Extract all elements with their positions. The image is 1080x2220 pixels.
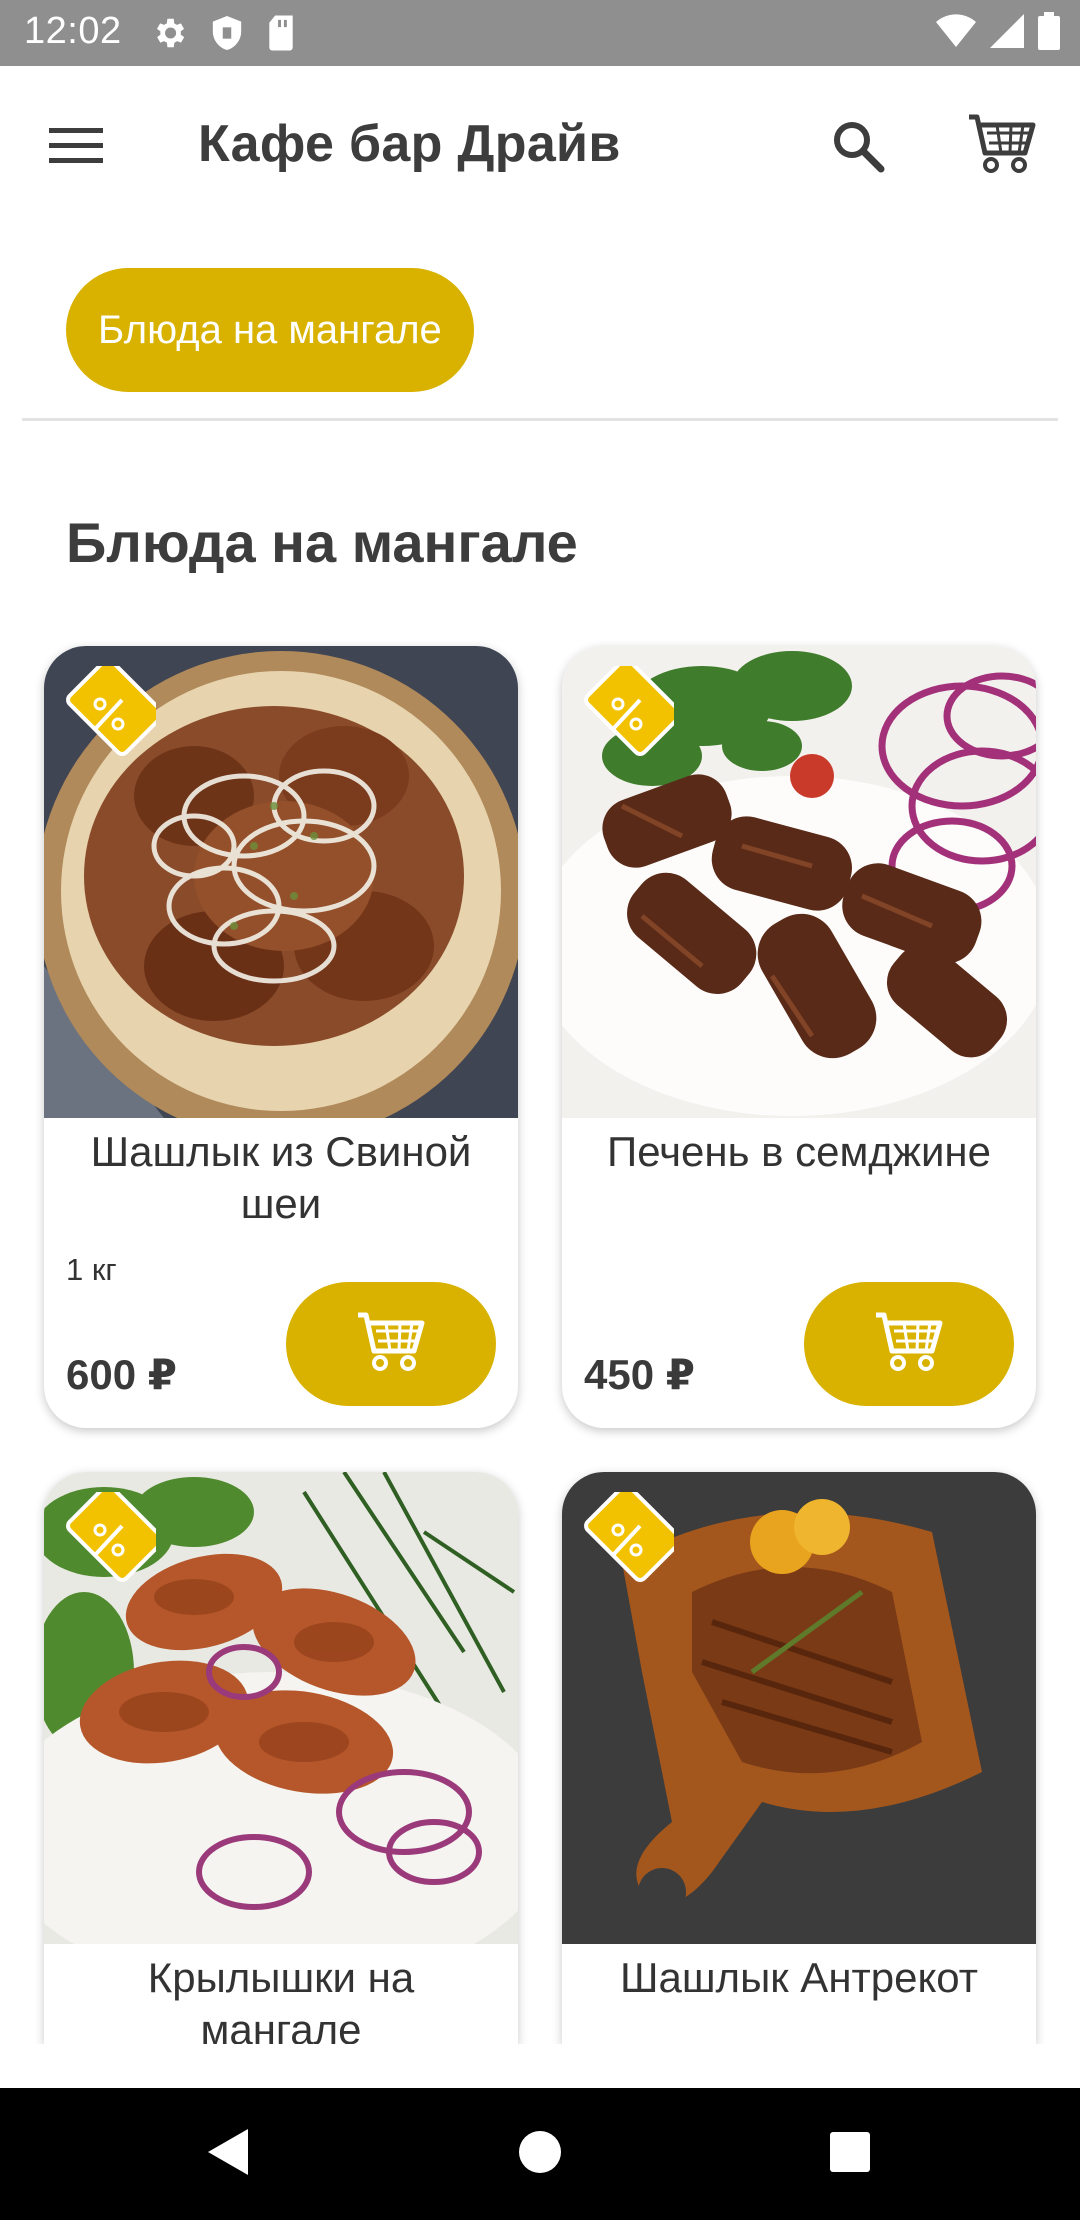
cart-button[interactable] [962, 106, 1042, 186]
gear-icon [150, 14, 188, 57]
app-title: Кафе бар Драйв [198, 115, 621, 173]
product-name: Печень в семджине [607, 1128, 991, 1175]
category-chip[interactable]: Блюда на мангале [66, 268, 474, 392]
wifi-icon [936, 14, 976, 53]
cart-icon [356, 1311, 426, 1378]
category-chip-label: Блюда на мангале [98, 307, 442, 352]
discount-tag-icon [66, 1492, 156, 1582]
app-bar: Кафе бар Драйв [0, 66, 1080, 224]
search-icon [831, 119, 885, 178]
product-card[interactable]: Печень в семджине 450 ₽ [562, 646, 1036, 1428]
add-to-cart-button[interactable] [804, 1282, 1014, 1406]
product-price: 450 ₽ [584, 1351, 695, 1398]
cart-icon [874, 1311, 944, 1378]
home-icon [518, 2130, 562, 2179]
signal-icon [990, 14, 1024, 53]
back-icon [204, 2127, 252, 2182]
back-button[interactable] [198, 2124, 258, 2184]
navigation-bar [0, 2088, 1080, 2220]
list-bottom-edge [0, 2044, 1080, 2088]
product-weight: 1 кг [66, 1252, 117, 1287]
status-bar: 12:02 [0, 0, 1080, 66]
sd-card-icon [266, 14, 296, 57]
battery-icon [1038, 12, 1060, 55]
divider [22, 418, 1058, 421]
recents-icon [829, 2131, 871, 2178]
discount-tag-icon [584, 1492, 674, 1582]
product-card[interactable]: Шашлык Антрекот [562, 1472, 1036, 2044]
product-card[interactable]: Шашлык из Свиной шеи 1 кг 600 ₽ [44, 646, 518, 1428]
product-name: Шашлык из Свиной шеи [90, 1128, 472, 1227]
home-button[interactable] [510, 2124, 570, 2184]
status-time: 12:02 [24, 10, 122, 52]
product-card[interactable]: Крылышки на мангале [44, 1472, 518, 2044]
shield-icon [210, 14, 244, 57]
add-to-cart-button[interactable] [286, 1282, 496, 1406]
recents-button[interactable] [820, 2124, 880, 2184]
product-name: Шашлык Антрекот [620, 1954, 978, 2001]
product-name: Крылышки на мангале [147, 1954, 415, 2044]
menu-icon [49, 126, 103, 171]
search-button[interactable] [822, 112, 894, 184]
discount-tag-icon [584, 666, 674, 756]
product-price: 600 ₽ [66, 1351, 177, 1398]
cart-icon [967, 113, 1037, 180]
section-title: Блюда на мангале [66, 511, 578, 574]
menu-button[interactable] [44, 116, 108, 180]
discount-tag-icon [66, 666, 156, 756]
